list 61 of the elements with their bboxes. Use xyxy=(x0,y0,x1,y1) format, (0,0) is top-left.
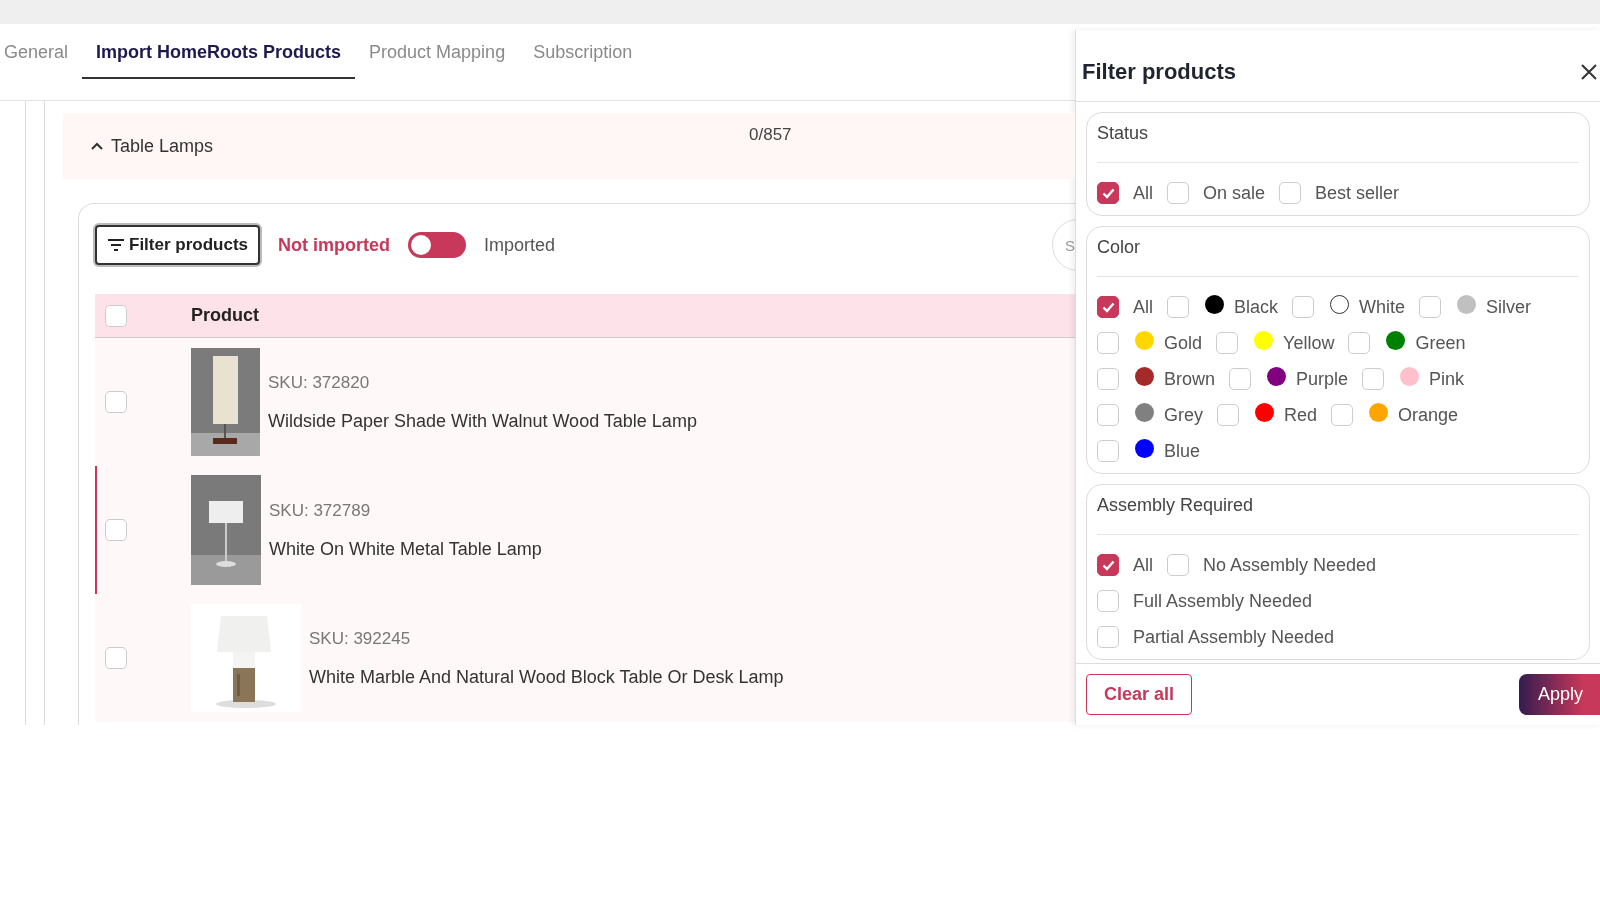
filter-checkbox[interactable] xyxy=(1097,182,1119,204)
row-checkbox[interactable] xyxy=(105,519,127,541)
category-name: Table Lamps xyxy=(111,135,214,157)
import-toggle[interactable] xyxy=(408,232,466,258)
product-row[interactable]: SKU: 372789 White On White Metal Table Lamp xyxy=(95,466,1075,594)
option-label: Silver xyxy=(1486,296,1532,318)
product-sku: SKU: 372820 xyxy=(268,372,371,393)
column-header: Product xyxy=(191,305,259,326)
option-label: Blue xyxy=(1164,440,1201,462)
row-checkbox[interactable] xyxy=(105,391,127,413)
group-title: Color xyxy=(1097,227,1579,277)
option-label: Green xyxy=(1415,332,1466,354)
option-label: White xyxy=(1359,296,1406,318)
option-label: No Assembly Needed xyxy=(1203,554,1377,576)
group-title: Status xyxy=(1097,113,1579,163)
filter-icon xyxy=(107,238,125,252)
filter-checkbox[interactable] xyxy=(1097,554,1119,576)
product-sku: SKU: 392245 xyxy=(309,628,412,649)
panel-title: Filter products xyxy=(1082,58,1236,85)
product-name: White Marble And Natural Wood Block Table Or Desk Lamp xyxy=(309,666,784,688)
option-label: Orange xyxy=(1398,404,1459,426)
option-label: Full Assembly Needed xyxy=(1133,590,1313,612)
option-label: Yellow xyxy=(1283,332,1335,354)
tab[interactable]: General xyxy=(0,30,83,79)
toggle-label: Not imported xyxy=(278,234,390,256)
filter-button[interactable]: Filter products xyxy=(95,225,260,265)
import-count: 0/857 xyxy=(749,125,792,145)
tab[interactable]: Import HomeRoots Products xyxy=(82,30,356,79)
option-label: Red xyxy=(1284,404,1318,426)
clear-all-button[interactable]: Clear all xyxy=(1086,674,1193,715)
check-icon xyxy=(1101,301,1115,313)
option-label: Purple xyxy=(1296,368,1349,390)
product-name: Wildside Paper Shade With Walnut Wood Table Lamp xyxy=(268,410,697,432)
apply-button[interactable]: Apply xyxy=(1518,674,1600,715)
option-label: Best seller xyxy=(1315,182,1400,204)
option-label: Black xyxy=(1234,296,1279,318)
select-all-checkbox[interactable] xyxy=(105,304,127,327)
caret-icon xyxy=(91,142,103,150)
product-name: White On White Metal Table Lamp xyxy=(269,538,542,560)
option-label: Pink xyxy=(1429,368,1465,390)
check-icon xyxy=(1101,559,1115,571)
option-label: Partial Assembly Needed xyxy=(1133,626,1335,648)
option-label: Grey xyxy=(1164,404,1203,426)
search-field[interactable]: S xyxy=(1052,219,1075,271)
option-label: Gold xyxy=(1164,332,1203,354)
option-label: On sale xyxy=(1203,182,1266,204)
close-icon[interactable] xyxy=(1580,62,1598,81)
row-checkbox[interactable] xyxy=(105,647,127,669)
product-row[interactable]: SKU: 372820 Wildside Paper Shade With Walnut Wood Table Lamp xyxy=(95,338,1075,466)
filter-checkbox[interactable] xyxy=(1097,296,1119,318)
option-label: All xyxy=(1133,182,1153,204)
check-icon xyxy=(1101,187,1115,199)
toggle-label: Imported xyxy=(484,234,556,256)
option-label: All xyxy=(1133,554,1153,576)
product-sku: SKU: 372789 xyxy=(269,500,372,521)
category-header[interactable]: Table Lamps 0/857 xyxy=(63,113,1075,179)
option-label: Brown xyxy=(1164,368,1216,390)
product-row[interactable]: SKU: 392245 White Marble And Natural Wood Block Table Or Desk Lamp xyxy=(95,594,1075,722)
tab[interactable]: Product Mapping xyxy=(355,30,520,79)
option-label: All xyxy=(1133,296,1153,318)
group-title: Assembly Required xyxy=(1097,485,1579,535)
